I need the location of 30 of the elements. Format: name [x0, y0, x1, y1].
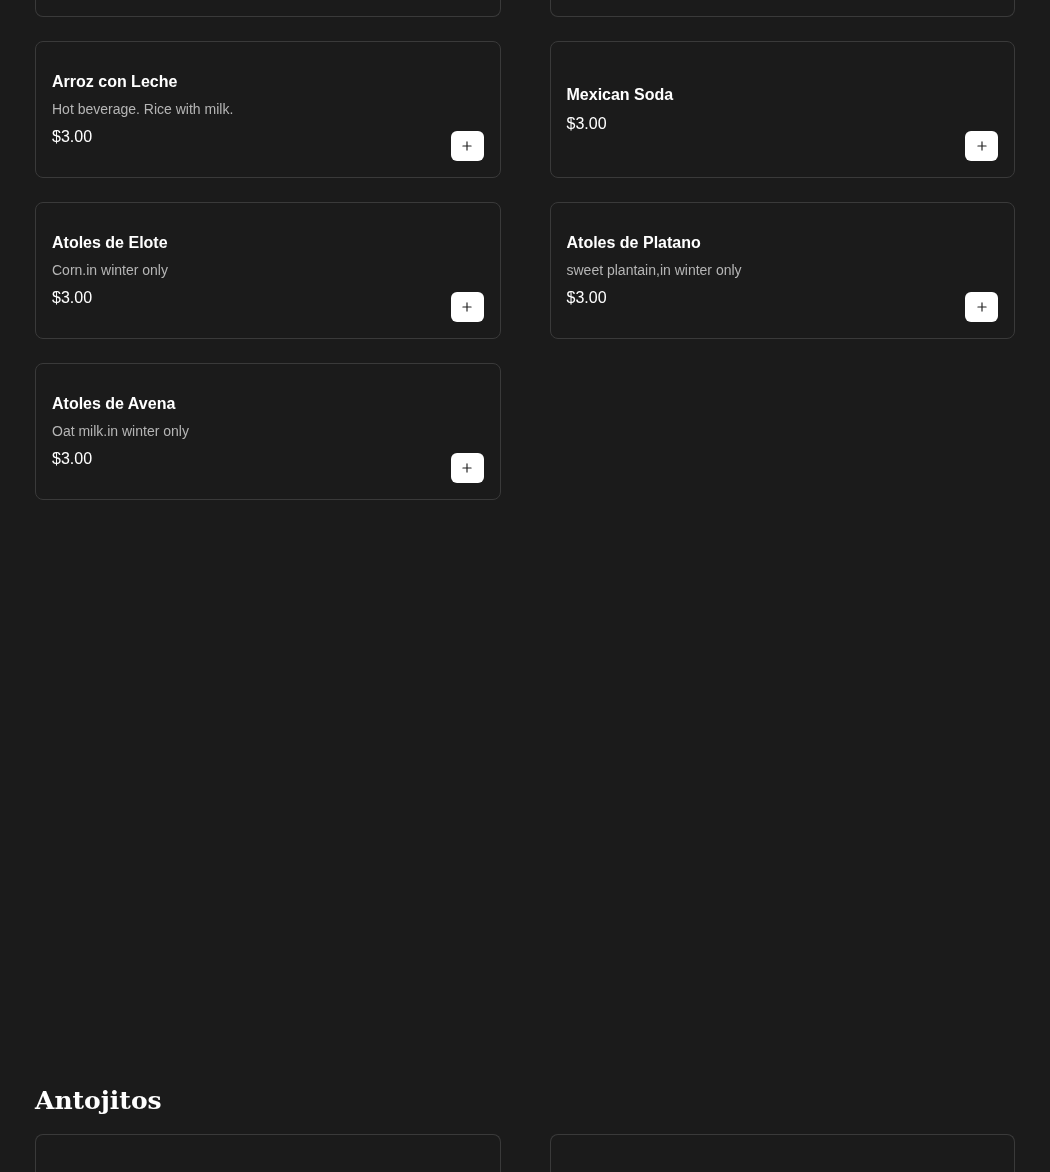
add-button[interactable] [450, 453, 484, 483]
item-name: Arroz con Leche [52, 72, 179, 92]
item-name: Mexican Soda [566, 85, 674, 105]
plus-icon [460, 461, 474, 475]
add-button[interactable] [965, 292, 998, 322]
plus-icon [974, 300, 989, 314]
item-price: $3.00 [566, 114, 608, 134]
menu-item-card[interactable]: Atoles de Elote Corn.in winter only $3.00 [35, 202, 501, 339]
item-price: $3.00 [52, 449, 94, 469]
plus-icon [460, 300, 474, 314]
item-name: Atoles de Avena [52, 394, 177, 414]
item-description: Hot beverage. Rice with milk. [52, 100, 234, 119]
item-description: Corn.in winter only [52, 261, 168, 280]
menu-item-card[interactable]: Atoles de Avena Oat milk.in winter only $3.00 [35, 363, 501, 500]
menu-item-card[interactable]: Arroz con Leche Hot beverage. Rice with milk. $3.00 [35, 41, 501, 178]
plus-icon [974, 139, 989, 153]
plus-icon [460, 139, 474, 153]
add-button[interactable] [450, 131, 484, 161]
item-description: Oat milk.in winter only [52, 422, 189, 441]
menu-item-card[interactable]: Mexican Soda $3.00 [549, 41, 1015, 178]
item-price: $3.00 [52, 288, 94, 308]
item-name: Atoles de Platano [566, 233, 702, 253]
item-price: $3.00 [566, 288, 608, 308]
item-price: $3.00 [52, 127, 94, 147]
item-description: sweet plantain,in winter only [566, 261, 742, 280]
menu-item-card[interactable]: Atoles de Platano sweet plantain,in winter only $3.00 [549, 202, 1015, 339]
section-heading: Antojitos [35, 1086, 163, 1116]
add-button[interactable] [450, 292, 484, 322]
item-name: Atoles de Elote [52, 233, 168, 253]
add-button[interactable] [965, 131, 998, 161]
